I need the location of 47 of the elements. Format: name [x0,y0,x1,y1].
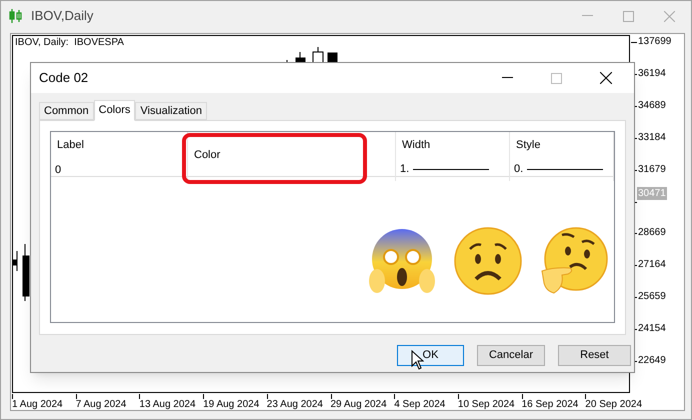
price-label: 36194 [637,66,667,80]
column-header[interactable]: Width [402,136,430,153]
price-label: 33184 [637,130,667,144]
date-label: 13 Aug 2024 [139,398,196,411]
worried-face-icon [454,227,522,295]
dialog-title: Code 02 [39,69,88,88]
price-label: 31679 [637,162,667,176]
price-label: 34689 [637,98,667,112]
price-label: 137699 [637,35,672,48]
date-label: 7 Aug 2024 [76,398,126,411]
date-label: 20 Sep 2024 [585,398,642,411]
candlestick-icon [9,9,23,23]
candle [22,244,30,302]
date-label: 4 Sep 2024 [394,398,446,411]
column-header[interactable]: Label [57,136,84,153]
table-cell-text: 1. [400,162,410,177]
minimize-icon[interactable] [502,77,513,79]
date-label: 10 Sep 2024 [458,398,515,411]
column-header[interactable]: Color [194,149,220,161]
price-label: 28669 [637,226,667,240]
tab[interactable]: Colors [94,100,136,121]
table-cell-text: 0. [514,162,524,177]
price-label: 22649 [637,354,667,367]
dialog-button[interactable]: Cancelar [477,345,545,366]
price-label: 27164 [637,258,667,272]
column-header[interactable]: Style [516,136,540,153]
maximize-icon[interactable] [551,72,562,84]
chart-label: IBOV, Daily: IBOVESPA [15,37,124,49]
price-label: 24154 [637,322,667,336]
date-label: 16 Sep 2024 [522,398,578,411]
date-label: 23 Aug 2024 [266,398,323,411]
mouse-pointer-icon [411,350,424,370]
date-label: 29 Aug 2024 [330,398,387,411]
screaming-face-icon [368,227,436,295]
close-icon[interactable] [600,72,612,84]
price-label: 25659 [637,290,667,304]
maximize-icon[interactable] [623,10,634,22]
dialog-button[interactable]: Reset [558,345,631,366]
window-title: IBOV,Daily [31,7,94,26]
tab[interactable]: Common [39,102,94,120]
date-label: 19 Aug 2024 [203,398,260,411]
table-cell: 0 [55,164,62,176]
price-label: 30471 [637,186,667,200]
tab[interactable]: Visualization [135,102,207,120]
thinking-face-icon [540,227,608,295]
dialog-button[interactable]: OK [397,345,464,366]
date-label: 1 Aug 2024 [12,398,63,411]
